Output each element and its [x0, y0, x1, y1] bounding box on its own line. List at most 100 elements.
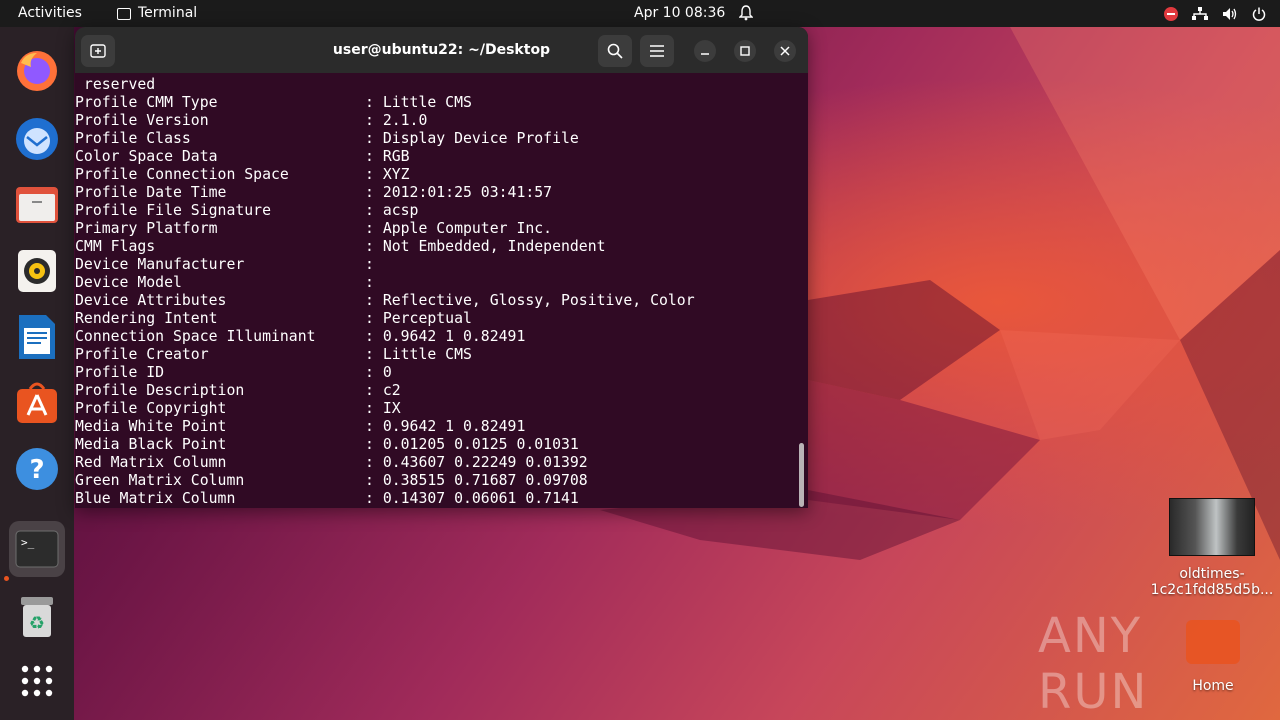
- running-indicator: [4, 576, 9, 581]
- files-icon: [16, 187, 58, 223]
- dock-libreoffice-writer[interactable]: [9, 309, 65, 365]
- terminal-line: reserved: [75, 76, 156, 93]
- hamburger-menu-icon: [650, 45, 664, 57]
- field-value: : 0.38515 0.71687 0.09708: [365, 472, 588, 489]
- show-apps-grid-icon: [21, 665, 53, 697]
- close-button[interactable]: [774, 40, 796, 62]
- field-value: :: [365, 274, 374, 291]
- field-value: : XYZ: [365, 166, 410, 183]
- field-value: : 0.9642 1 0.82491: [365, 418, 526, 435]
- field-value: : RGB: [365, 148, 410, 165]
- app-center-icon: [17, 382, 57, 423]
- field-label: Profile Creator: [75, 346, 209, 363]
- field-value: : Apple Computer Inc.: [365, 220, 553, 237]
- firefox-icon: [17, 51, 57, 91]
- field-label: Device Model: [75, 274, 182, 291]
- field-value: : 0.01205 0.0125 0.01031: [365, 436, 579, 453]
- dock-rhythmbox[interactable]: [9, 243, 65, 299]
- dock-firefox[interactable]: [9, 43, 65, 99]
- minimize-button[interactable]: [694, 40, 716, 62]
- help-icon: ?: [16, 448, 58, 490]
- clock[interactable]: Apr 10 08:36: [634, 0, 725, 27]
- close-icon: [780, 46, 790, 56]
- terminal-line: Red Matrix Column : 0.43607 0.22249 0.013…: [75, 454, 795, 472]
- terminal-line: Profile CMM Type: Little CMS: [75, 94, 795, 112]
- field-label: Red Matrix Column: [75, 454, 227, 471]
- dock-trash[interactable]: ♻: [9, 589, 65, 645]
- dock-app-center[interactable]: [9, 375, 65, 431]
- terminal-line: Rendering Intent : Perceptual: [75, 310, 795, 328]
- field-label: Profile CMM Type: [75, 94, 218, 111]
- field-value: :: [365, 256, 374, 273]
- terminal-output[interactable]: reserved Profile CMM Type: Little CMS Pro…: [75, 73, 808, 508]
- dock-help[interactable]: ?: [9, 441, 65, 497]
- menu-button[interactable]: [640, 35, 674, 67]
- field-label: Profile Connection Space: [75, 166, 289, 183]
- field-label: Device Manufacturer: [75, 256, 245, 273]
- field-value: : 0.9642 1 0.82491: [365, 328, 526, 345]
- field-value: : Perceptual: [365, 310, 472, 327]
- field-label: Blue Matrix Column: [75, 490, 236, 507]
- activities-button[interactable]: Activities: [18, 0, 82, 27]
- desktop-file-oldtimes[interactable]: oldtimes- 1c2c1fdd85d5b...: [1150, 498, 1274, 598]
- terminal-line: Device Model:: [75, 274, 795, 292]
- network-icon[interactable]: [1192, 6, 1208, 21]
- dock-thunderbird[interactable]: [9, 111, 65, 167]
- field-value: : acsp: [365, 202, 419, 219]
- terminal-app-icon: >_: [15, 530, 59, 568]
- terminal-line: Profile Description: c2: [75, 382, 795, 400]
- dock-terminal[interactable]: >_: [9, 521, 65, 577]
- field-value: : Not Embedded, Independent: [365, 238, 606, 255]
- terminal-line: Media Black Point : 0.01205 0.0125 0.0103…: [75, 436, 795, 454]
- field-value: : 0.14307 0.06061 0.7141: [365, 490, 579, 507]
- notification-bell-icon[interactable]: [738, 0, 754, 27]
- volume-icon[interactable]: [1222, 7, 1238, 21]
- terminal-line: Profile File Signature: acsp: [75, 202, 795, 220]
- file-label-line-1: oldtimes-: [1179, 566, 1245, 582]
- field-label: Profile Version: [75, 112, 209, 129]
- field-value: : 2.1.0: [365, 112, 428, 129]
- system-tray[interactable]: [1164, 0, 1266, 27]
- field-label: Device Attributes: [75, 292, 227, 309]
- dock-show-apps[interactable]: [9, 653, 65, 709]
- dock-files[interactable]: [9, 177, 65, 233]
- field-label: Profile Description: [75, 382, 245, 399]
- field-value: : 0.43607 0.22249 0.01392: [365, 454, 588, 471]
- terminal-line: Connection Space Illuminant : 0.9642 1 0.…: [75, 328, 795, 346]
- field-label: CMM Flags: [75, 238, 156, 255]
- field-label: Media Black Point: [75, 436, 227, 453]
- terminal-line: Profile Version : 2.1.0: [75, 112, 795, 130]
- terminal-line: Profile Creator : Little CMS: [75, 346, 795, 364]
- terminal-line: Profile Connection Space : XYZ: [75, 166, 795, 184]
- anyrun-watermark: ANY RUN: [1038, 608, 1149, 720]
- terminal-line: Profile ID: 0: [75, 364, 795, 382]
- terminal-line: Media White Point: 0.9642 1 0.82491: [75, 418, 795, 436]
- app-menu-terminal[interactable]: Terminal: [117, 0, 197, 27]
- power-icon[interactable]: [1252, 7, 1266, 21]
- field-label: Profile Copyright: [75, 400, 227, 417]
- field-label: Rendering Intent: [75, 310, 218, 327]
- minimize-icon: [701, 53, 709, 55]
- terminal-window[interactable]: user@ubuntu22: ~/Desktop reserved Profil…: [75, 27, 808, 508]
- dock: ? >_ ♻: [0, 27, 74, 720]
- terminal-line: CMM Flags : Not Embedded, Independent: [75, 238, 795, 256]
- search-icon: [607, 43, 623, 59]
- thunderbird-icon: [16, 118, 58, 160]
- terminal-line: Blue Matrix Column : 0.14307 0.06061 0.71…: [75, 490, 795, 508]
- scrollbar-thumb[interactable]: [799, 443, 804, 507]
- field-value: : Little CMS: [365, 346, 472, 363]
- terminal-line: Color Space Data: RGB: [75, 148, 795, 166]
- field-label: Green Matrix Column: [75, 472, 245, 489]
- maximize-button[interactable]: [734, 40, 756, 62]
- field-value: : Display Device Profile: [365, 130, 579, 147]
- field-value: : 2012:01:25 03:41:57: [365, 184, 553, 201]
- terminal-line: Profile Copyright : IX: [75, 400, 795, 418]
- terminal-line: Green Matrix Column : 0.38515 0.71687 0.0…: [75, 472, 795, 490]
- app-menu-label: Terminal: [138, 5, 198, 21]
- terminal-icon: [117, 7, 131, 20]
- no-entry-icon[interactable]: [1164, 6, 1178, 21]
- field-label: Connection Space Illuminant: [75, 328, 316, 345]
- field-value: : IX: [365, 400, 401, 417]
- search-button[interactable]: [598, 35, 632, 67]
- window-titlebar[interactable]: user@ubuntu22: ~/Desktop: [75, 27, 808, 73]
